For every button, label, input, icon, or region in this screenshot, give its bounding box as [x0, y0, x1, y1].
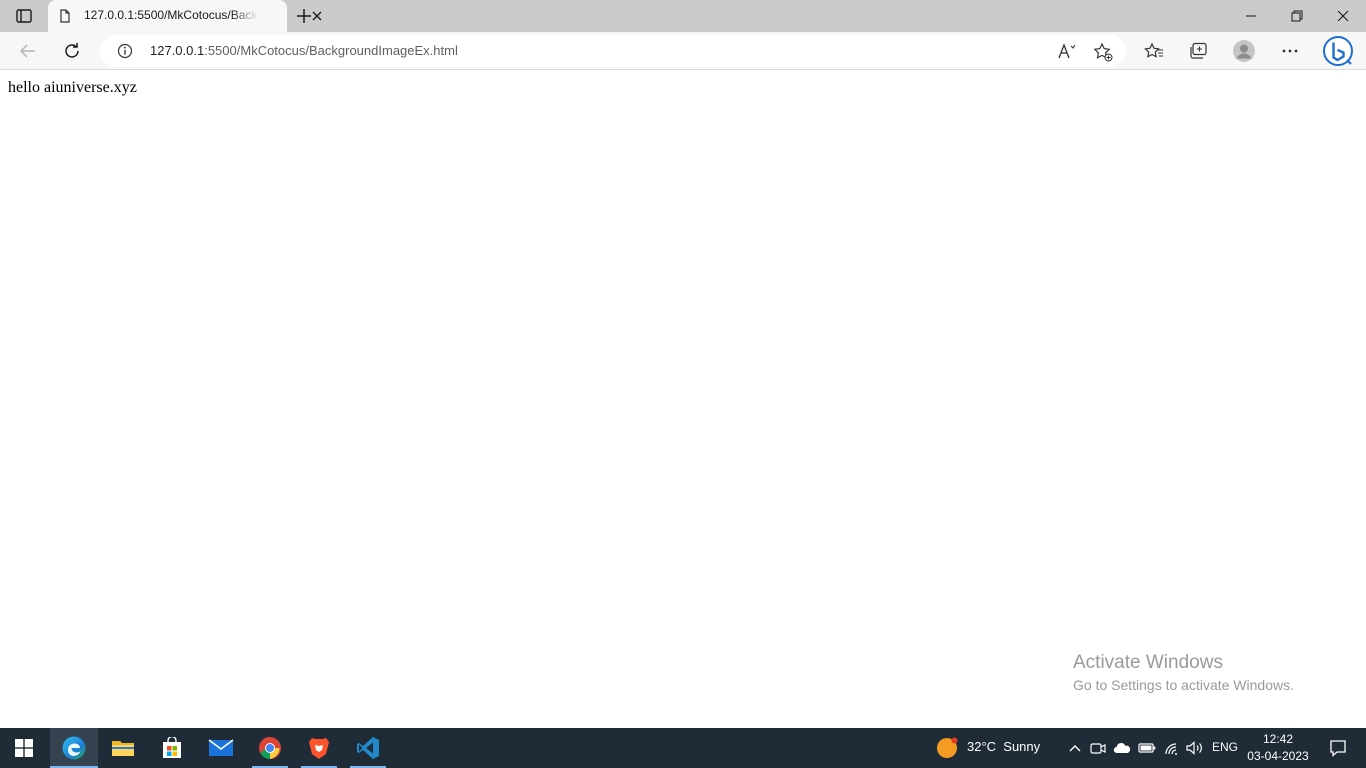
- new-tab-icon[interactable]: [294, 6, 314, 26]
- taskbar-mail[interactable]: [197, 728, 245, 768]
- page-icon: [60, 9, 70, 23]
- windows-logo-icon: [15, 739, 33, 757]
- info-icon[interactable]: [117, 43, 133, 59]
- edge-icon: [62, 736, 86, 760]
- battery-icon: [1138, 743, 1156, 753]
- volume-button[interactable]: [1186, 740, 1204, 756]
- tab-title: 127.0.0.1:5500/MkCotocus/BackgroundImage…: [84, 8, 258, 22]
- weather-condition: Sunny: [1003, 739, 1041, 754]
- clock[interactable]: 12:42 03-04-2023: [1244, 731, 1312, 765]
- avatar: [1233, 40, 1255, 62]
- refresh-button[interactable]: [58, 37, 86, 65]
- store-icon: [163, 737, 181, 758]
- url-text[interactable]: 127.0.0.1:5500/MkCotocus/BackgroundImage…: [150, 43, 458, 58]
- tab-actions-button[interactable]: [8, 3, 40, 29]
- tab-actions-icon: [16, 9, 32, 23]
- bing-chat-button[interactable]: [1322, 35, 1354, 67]
- bing-icon: [1323, 36, 1353, 66]
- clock-time: 12:42: [1262, 732, 1294, 746]
- watermark-subtitle: Go to Settings to activate Windows.: [1073, 677, 1294, 693]
- taskbar-chrome[interactable]: [246, 728, 294, 768]
- read-aloud-icon[interactable]: [1057, 42, 1077, 60]
- minimize-icon: [1246, 15, 1256, 17]
- taskbar-vscode[interactable]: [344, 728, 392, 768]
- speaker-icon: [1186, 741, 1202, 755]
- notifications-button[interactable]: [1318, 728, 1358, 768]
- refresh-icon: [65, 43, 79, 58]
- close-icon: [1337, 10, 1349, 22]
- meet-now-button[interactable]: [1089, 740, 1107, 756]
- taskbar-store[interactable]: [148, 728, 196, 768]
- battery-button[interactable]: [1138, 740, 1156, 756]
- collections-icon: [1190, 42, 1207, 59]
- favorites-button[interactable]: [1141, 38, 1167, 64]
- folder-icon: [112, 741, 134, 756]
- tab-strip: 127.0.0.1:5500/MkCotocus/BackgroundImage…: [0, 0, 1366, 32]
- browser-toolbar: 127.0.0.1:5500/MkCotocus/BackgroundImage…: [0, 32, 1366, 70]
- mail-icon: [208, 739, 234, 756]
- cloud-icon: [1113, 743, 1131, 754]
- favorites-icon: [1144, 42, 1163, 58]
- show-hidden-icons-button[interactable]: [1066, 740, 1084, 756]
- active-tab[interactable]: 127.0.0.1:5500/MkCotocus/BackgroundImage…: [48, 0, 322, 32]
- taskbar-file-explorer[interactable]: [99, 728, 147, 768]
- collections-button[interactable]: [1185, 38, 1211, 64]
- vscode-icon: [357, 737, 379, 759]
- network-button[interactable]: [1163, 740, 1181, 756]
- add-favorite-icon[interactable]: [1093, 42, 1113, 62]
- profile-button[interactable]: [1231, 38, 1257, 64]
- weather-sun-icon: [937, 737, 958, 758]
- onedrive-button[interactable]: [1113, 740, 1131, 756]
- minimize-button[interactable]: [1228, 0, 1274, 32]
- notification-icon: [1330, 740, 1346, 757]
- weather-widget[interactable]: 32°C Sunny: [967, 739, 1040, 754]
- web-page-content: hello aiuniverse.xyz Activate Windows Go…: [0, 71, 1366, 728]
- page-body-text: hello aiuniverse.xyz: [8, 79, 137, 96]
- taskbar-brave[interactable]: [295, 728, 343, 768]
- clock-date: 03-04-2023: [1247, 749, 1309, 763]
- start-button[interactable]: [0, 728, 48, 768]
- restore-icon: [1291, 10, 1303, 22]
- watermark-title: Activate Windows: [1073, 652, 1223, 673]
- weather-temperature: 32°C: [967, 739, 997, 754]
- language-indicator[interactable]: ENG: [1212, 740, 1238, 754]
- url-host: 127.0.0.1: [150, 43, 205, 58]
- arrow-left-icon: [19, 44, 35, 58]
- wifi-icon: [1165, 742, 1177, 755]
- chrome-icon: [259, 737, 281, 759]
- windows-taskbar: 32°C Sunny ENG 12:42 03-04-2023: [0, 728, 1366, 768]
- activate-windows-watermark: Activate Windows Go to Settings to activ…: [1073, 651, 1294, 695]
- url-path: :5500/MkCotocus/BackgroundImageEx.html: [204, 43, 458, 58]
- camera-icon: [1090, 743, 1106, 754]
- address-bar[interactable]: 127.0.0.1:5500/MkCotocus/BackgroundImage…: [100, 35, 1126, 67]
- restore-button[interactable]: [1274, 0, 1320, 32]
- chevron-up-icon: [1069, 745, 1081, 752]
- taskbar-edge[interactable]: [50, 728, 98, 768]
- more-icon: [1282, 49, 1298, 53]
- close-window-button[interactable]: [1320, 0, 1366, 32]
- settings-more-button[interactable]: [1277, 38, 1303, 64]
- brave-icon: [309, 738, 329, 759]
- back-button[interactable]: [14, 37, 42, 65]
